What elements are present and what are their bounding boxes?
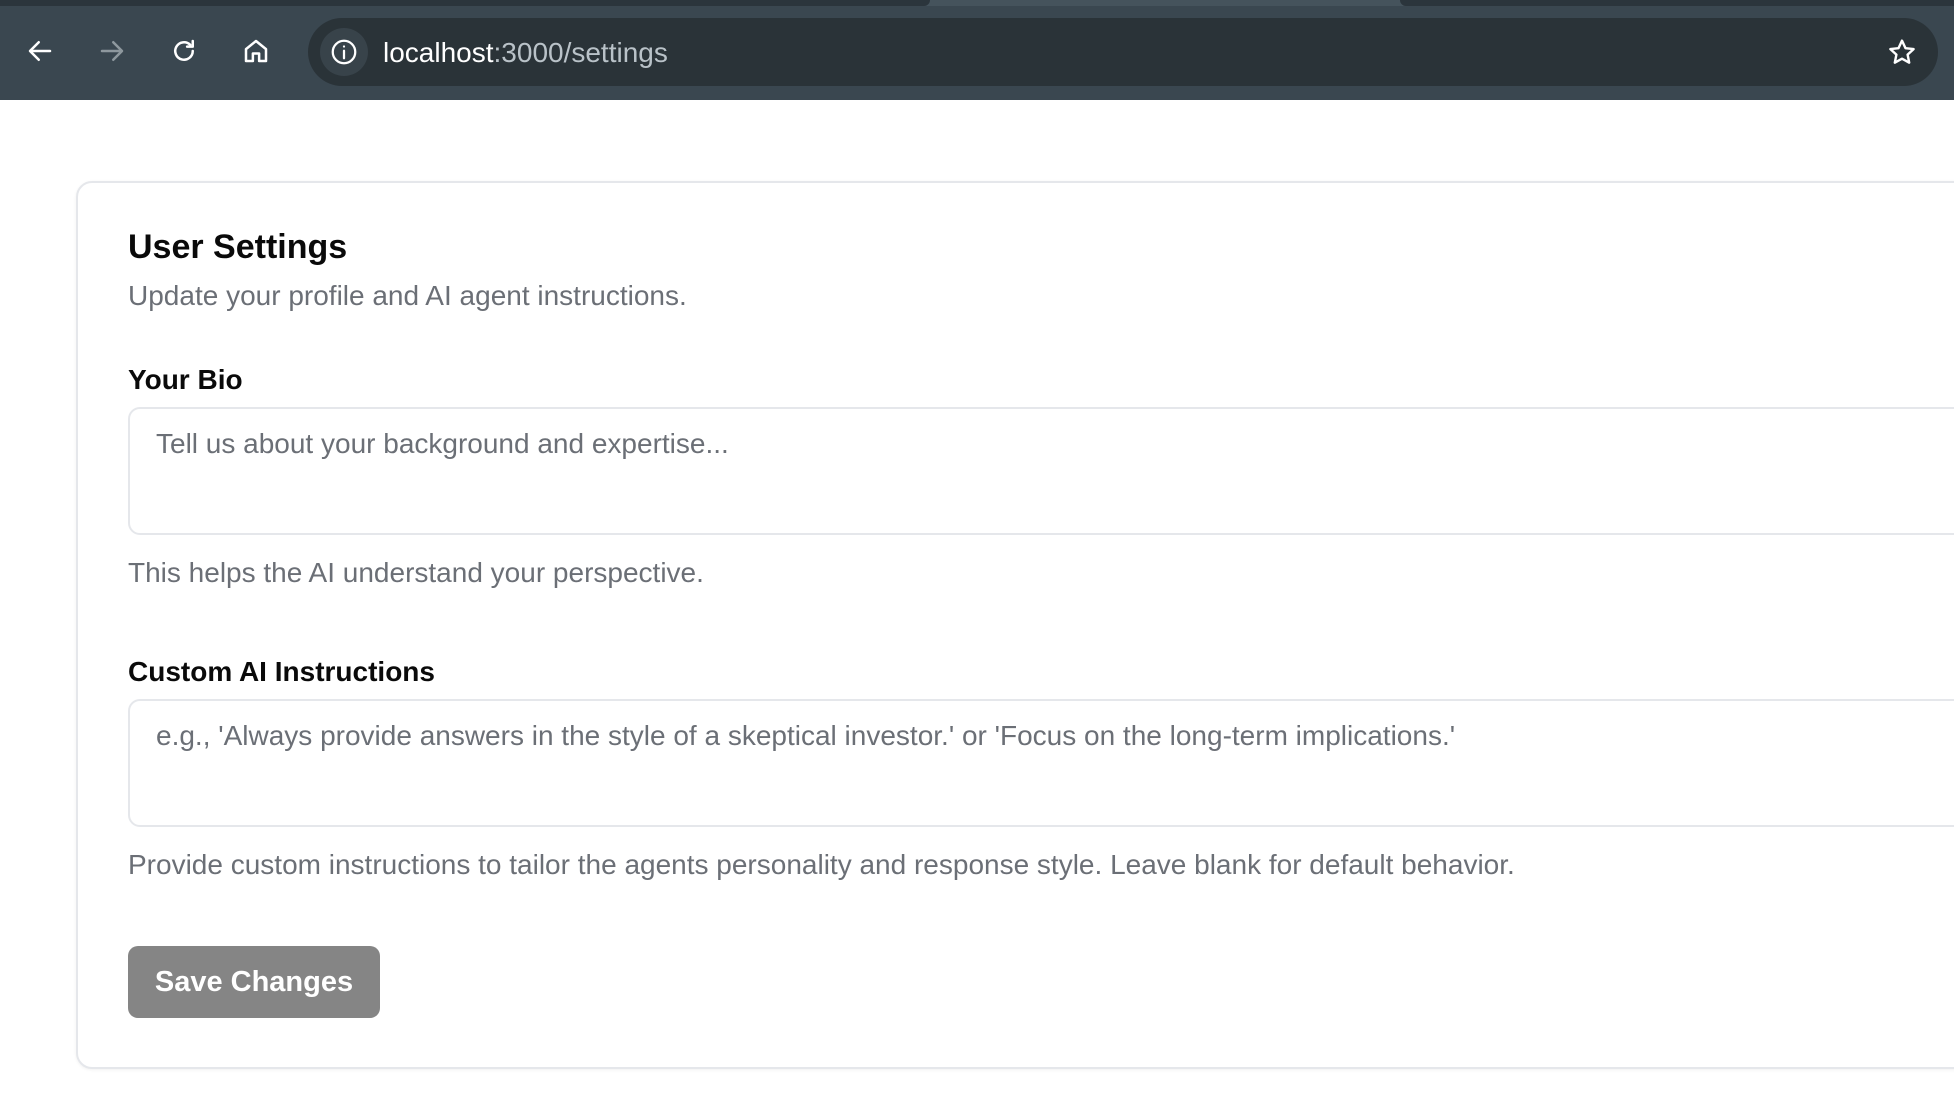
- instructions-textarea[interactable]: e.g., 'Always provide answers in the sty…: [128, 699, 1954, 827]
- info-icon: [331, 39, 357, 65]
- settings-card: User Settings Update your profile and AI…: [76, 181, 1954, 1069]
- instructions-label: Custom AI Instructions: [128, 656, 435, 687]
- forward-button[interactable]: [89, 28, 135, 74]
- browser-toolbar: localhost:3000/settings: [0, 0, 1954, 100]
- forward-arrow-icon: [100, 41, 124, 61]
- bookmark-button[interactable]: [1882, 32, 1922, 72]
- site-info-button[interactable]: [320, 28, 368, 76]
- bio-help-text: This helps the AI understand your perspe…: [128, 557, 704, 588]
- save-button[interactable]: Save Changes: [128, 946, 380, 1018]
- back-arrow-icon: [28, 41, 52, 61]
- back-button[interactable]: [17, 28, 63, 74]
- tab-inactive[interactable]: [0, 0, 930, 6]
- bio-textarea[interactable]: Tell us about your background and expert…: [128, 407, 1954, 535]
- bio-label: Your Bio: [128, 364, 243, 395]
- url-text[interactable]: localhost:3000/settings: [383, 37, 668, 69]
- url-host: localhost: [383, 37, 494, 68]
- reload-icon: [174, 39, 194, 61]
- star-icon: [1889, 39, 1915, 64]
- home-icon: [244, 39, 268, 63]
- page-subtitle: Update your profile and AI agent instruc…: [128, 280, 687, 311]
- page-title: User Settings: [128, 228, 348, 266]
- url-path: :3000/settings: [493, 37, 668, 68]
- tab-inactive[interactable]: [1400, 0, 1954, 6]
- bio-placeholder: Tell us about your background and expert…: [156, 428, 729, 459]
- address-bar[interactable]: localhost:3000/settings: [308, 18, 1938, 86]
- instructions-help-text: Provide custom instructions to tailor th…: [128, 849, 1515, 880]
- instructions-placeholder: e.g., 'Always provide answers in the sty…: [156, 720, 1456, 751]
- home-button[interactable]: [233, 28, 279, 74]
- reload-button[interactable]: [161, 28, 207, 74]
